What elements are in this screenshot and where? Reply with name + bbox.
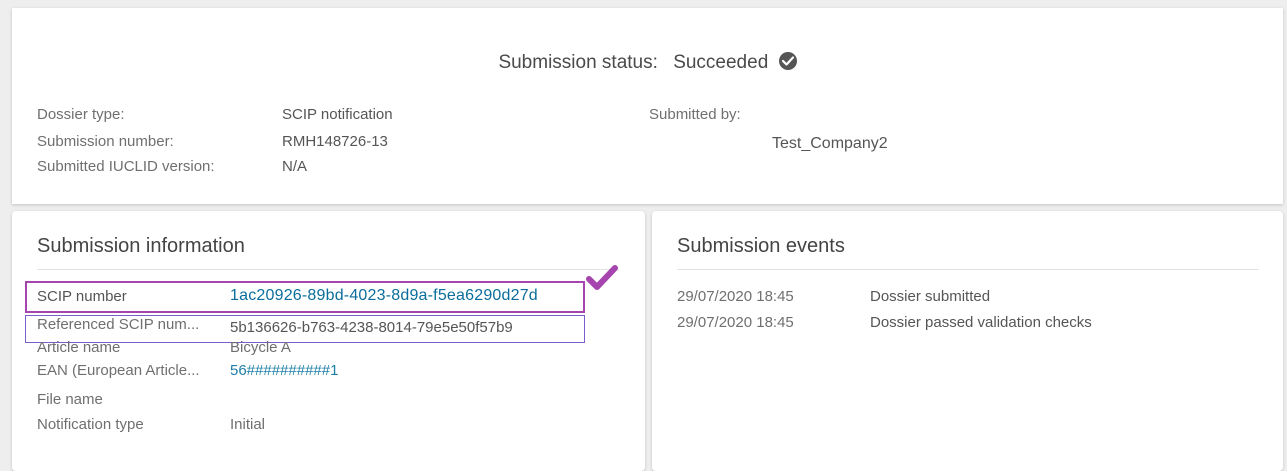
referenced-scip-label: Referenced SCIP num... bbox=[37, 316, 200, 333]
submitted-by-label: Submitted by: bbox=[649, 106, 741, 123]
submission-events-title: Submission events bbox=[677, 235, 845, 257]
divider bbox=[677, 269, 1259, 270]
submission-status: Submission status: Succeeded bbox=[12, 52, 1283, 74]
notification-type-label: Notification type bbox=[37, 416, 144, 433]
status-value: Succeeded bbox=[673, 52, 769, 73]
scip-number-label: SCIP number bbox=[37, 288, 127, 305]
submission-summary-card: Submission status: Succeeded Dossier typ… bbox=[12, 8, 1283, 204]
event-time: 29/07/2020 18:45 bbox=[677, 314, 794, 331]
checkmark-icon bbox=[586, 265, 618, 290]
submission-information-card: Submission information SCIP number 1ac20… bbox=[12, 211, 645, 471]
check-circle-icon bbox=[778, 52, 797, 70]
submission-information-title: Submission information bbox=[37, 235, 245, 257]
status-label: Submission status: bbox=[498, 52, 658, 73]
dossier-type-value: SCIP notification bbox=[282, 106, 393, 123]
submission-events-card: Submission events 29/07/2020 18:45 Dossi… bbox=[652, 211, 1283, 471]
dossier-type-label: Dossier type: bbox=[37, 106, 125, 123]
divider bbox=[37, 269, 619, 270]
iuclid-version-label: Submitted IUCLID version: bbox=[37, 158, 215, 175]
ean-value-link[interactable]: 56##########1 bbox=[230, 362, 338, 379]
notification-type-value: Initial bbox=[230, 416, 266, 433]
submitted-by-value: Test_Company2 bbox=[772, 135, 888, 152]
scip-number-link[interactable]: 1ac20926-89bd-4023-8d9a-f5ea6290d27d bbox=[230, 287, 538, 305]
referenced-scip-value: 5b136626-b763-4238-8014-79e5e50f57b9 bbox=[230, 319, 513, 336]
file-name-label: File name bbox=[37, 391, 103, 408]
event-text: Dossier submitted bbox=[870, 288, 991, 305]
submission-number-value: RMH148726-13 bbox=[282, 133, 388, 150]
article-name-value: Bicycle A bbox=[230, 339, 291, 356]
event-text: Dossier passed validation checks bbox=[870, 314, 1092, 331]
article-name-label: Article name bbox=[37, 339, 121, 356]
ean-label: EAN (European Article... bbox=[37, 362, 200, 379]
submission-number-label: Submission number: bbox=[37, 133, 174, 150]
iuclid-version-value: N/A bbox=[282, 158, 308, 175]
event-time: 29/07/2020 18:45 bbox=[677, 288, 794, 305]
